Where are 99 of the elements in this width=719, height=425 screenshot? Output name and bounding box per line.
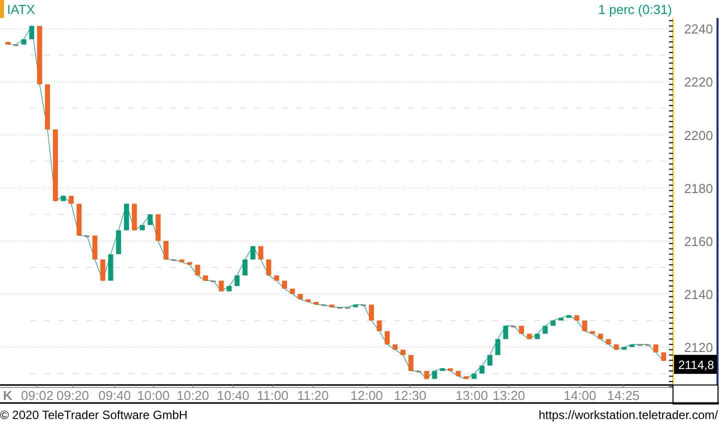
candle: [156, 214, 161, 241]
axis-label: 09:02: [20, 388, 54, 403]
interval-label: 1 perc (0:31): [598, 2, 672, 16]
candle: [574, 315, 580, 321]
candle: [195, 264, 200, 276]
candle: [306, 299, 311, 302]
candle: [179, 259, 184, 262]
candle: [290, 288, 295, 294]
axis-label: 2200: [684, 128, 713, 143]
candle: [92, 236, 98, 260]
axis-marker: K: [3, 388, 12, 403]
candle: [298, 294, 303, 300]
axis-label: 2160: [684, 234, 713, 249]
candle: [76, 204, 82, 236]
candle: [242, 259, 248, 276]
candle: [45, 84, 50, 130]
candle: [534, 334, 540, 340]
candle: [408, 355, 414, 371]
axis-label: 14:25: [607, 388, 640, 403]
candle: [274, 275, 280, 281]
candle: [108, 254, 114, 281]
axis-label: 09:40: [98, 388, 131, 403]
candle: [582, 320, 588, 332]
axis-label: 2220: [684, 74, 713, 90]
candle: [487, 355, 492, 366]
candle: [21, 39, 26, 45]
candle: [503, 326, 508, 340]
candle: [558, 318, 564, 321]
candle: [329, 304, 334, 308]
candle: [392, 344, 398, 350]
candle: [218, 280, 224, 292]
candle: [60, 196, 66, 202]
candle: [622, 347, 627, 350]
candle: [464, 376, 469, 379]
candle: [226, 286, 232, 292]
candle: [400, 350, 406, 356]
candle: [566, 315, 572, 318]
axis-label: 13:00: [455, 388, 488, 403]
last-price-label: 2114,8: [674, 354, 717, 374]
candle: [187, 262, 192, 265]
candle: [519, 326, 524, 334]
candle: [203, 275, 208, 281]
axis-label: 13:20: [492, 388, 526, 403]
candle: [124, 204, 129, 230]
axis-label: 11:20: [297, 388, 329, 403]
candle: [424, 370, 430, 379]
candle: [590, 331, 596, 334]
website-link[interactable]: https://workstation.teletrader.com/: [538, 408, 718, 422]
candle: [550, 320, 556, 326]
candle: [448, 368, 453, 371]
candle: [258, 246, 264, 260]
candle: [495, 339, 500, 356]
candle: [456, 370, 461, 376]
axis-label: 2120: [684, 340, 713, 356]
candle: [250, 246, 256, 260]
axis-label: 12:30: [394, 388, 426, 403]
candle: [368, 304, 374, 321]
candle: [630, 344, 635, 348]
axis-label: 10:00: [137, 388, 170, 403]
candle: [606, 339, 611, 344]
candle: [140, 224, 145, 230]
candle: [353, 304, 358, 308]
candle: [376, 320, 382, 332]
candle: [116, 230, 122, 254]
axis-label: 11:00: [256, 388, 288, 403]
candle: [472, 374, 477, 379]
candle: [384, 331, 390, 344]
candle: [29, 26, 34, 40]
candle: [440, 368, 445, 371]
candle: [653, 344, 658, 352]
symbol-marker: [0, 0, 4, 18]
axis-label: 2180: [684, 180, 713, 196]
axis-label: 10:20: [176, 388, 210, 403]
candle: [68, 196, 74, 204]
axis-label: 12:00: [350, 388, 383, 403]
candle: [132, 204, 137, 230]
axis-label: 09:20: [56, 388, 90, 403]
candle: [37, 26, 42, 84]
candle: [542, 326, 548, 334]
axis-label: 10:40: [216, 388, 250, 403]
candle: [661, 352, 666, 361]
candle: [100, 259, 106, 281]
axis-label: 2240: [684, 22, 713, 37]
candle: [314, 302, 319, 305]
candle: [148, 214, 153, 225]
candle: [432, 370, 438, 379]
candle: [164, 240, 168, 260]
axis-label: 2140: [684, 286, 713, 302]
candle: [6, 42, 10, 45]
symbol-label: IATX: [7, 2, 36, 16]
candle: [282, 280, 287, 289]
axis-label: 14:00: [564, 388, 596, 403]
candle: [266, 259, 272, 276]
candle: [598, 334, 603, 340]
candle: [526, 334, 532, 340]
candle: [480, 366, 484, 374]
candle: [614, 344, 619, 350]
copyright-text: © 2020 TeleTrader Software GmbH: [0, 408, 188, 422]
candle: [234, 275, 240, 286]
